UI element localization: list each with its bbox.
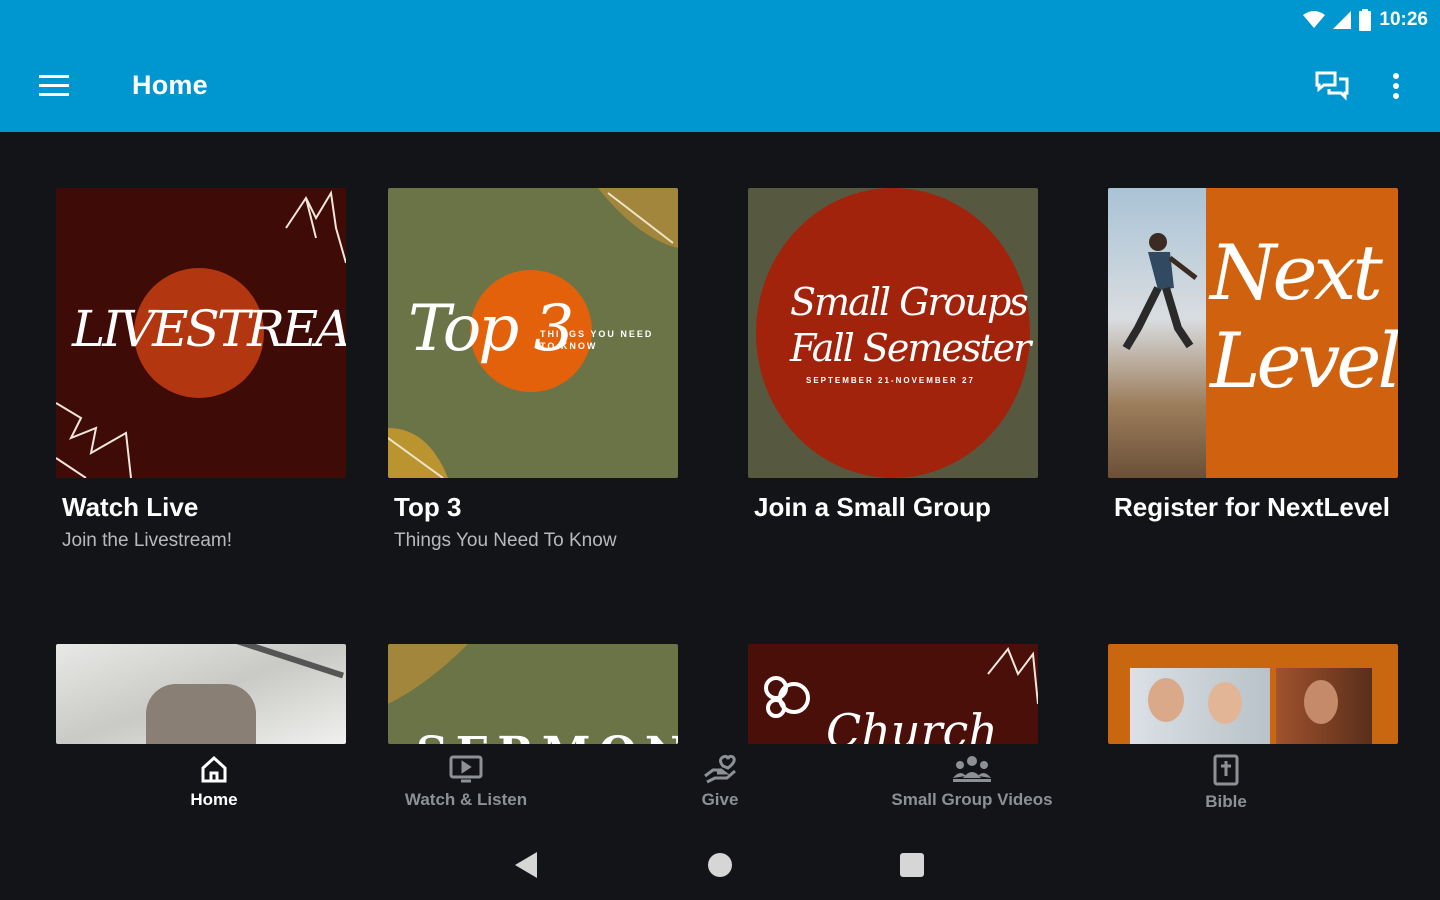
nav-small-group-videos[interactable]: Small Group Videos — [872, 754, 1072, 810]
thumb-title-line-1: Next — [1210, 228, 1383, 317]
leaf-icon — [598, 188, 678, 248]
nav-bible-label: Bible — [1205, 792, 1247, 811]
card-title: Top 3 — [394, 492, 462, 522]
thumb-small-text: THINGS YOU NEED TO KNOW — [540, 329, 654, 351]
chat-button[interactable] — [1308, 62, 1356, 110]
card-title: Join a Small Group — [754, 492, 991, 522]
card-subtitle: Things You Need To Know — [394, 530, 617, 551]
home-circle-icon — [708, 853, 732, 877]
thumb-title-line-1: Small Groups — [790, 280, 1029, 324]
nav-bible[interactable]: Bible — [1126, 754, 1326, 812]
content-feed: LIVESTREAM Watch Live Join the Livestrea… — [0, 132, 1440, 744]
tv-icon — [449, 755, 483, 783]
bottom-navigation: Home Watch & Listen Give Small Group Vid… — [0, 744, 1440, 828]
nav-home-label: Home — [190, 790, 238, 809]
nav-give-label: Give — [701, 790, 739, 809]
card-row2-2[interactable]: SERMON — [388, 644, 678, 744]
next-level-thumbnail: Next Level — [1108, 188, 1398, 478]
more-options-button[interactable] — [1372, 62, 1420, 110]
home-icon — [201, 755, 227, 783]
card-row2-4[interactable] — [1108, 644, 1398, 744]
thumb-title: LIVESTREAM — [72, 300, 346, 358]
more-vertical-icon — [1393, 73, 1399, 99]
menu-button[interactable] — [30, 62, 78, 110]
wifi-icon — [1303, 11, 1326, 28]
hamburger-menu-icon — [39, 75, 69, 96]
nav-watch-listen[interactable]: Watch & Listen — [366, 754, 566, 810]
recents-square-icon — [900, 853, 924, 877]
sermon-thumbnail: SERMON — [388, 644, 678, 744]
hiker-silhouette — [1122, 233, 1198, 351]
top3-thumbnail: Top 3 THINGS YOU NEED TO KNOW — [388, 188, 678, 478]
thumb-small-text: SEPTEMBER 21-NOVEMBER 27 — [806, 376, 975, 385]
give-hand-heart-icon — [704, 754, 736, 784]
nav-give[interactable]: Give — [620, 754, 820, 810]
thumb-title-line-2: Fall Semester — [790, 326, 1031, 370]
card-top-3[interactable]: Top 3 THINGS YOU NEED TO KNOW Top 3 Thin… — [388, 188, 678, 551]
rings-logo-icon — [764, 676, 810, 718]
back-triangle-icon — [515, 852, 537, 878]
battery-icon — [1359, 9, 1372, 31]
livestream-thumbnail: LIVESTREAM — [56, 188, 346, 478]
system-back-button[interactable] — [510, 848, 544, 882]
system-navigation-bar — [0, 828, 1440, 900]
leaf-icon — [388, 644, 468, 704]
status-bar: 10:26 — [1303, 6, 1428, 34]
small-groups-thumbnail: Small Groups Fall Semester SEPTEMBER 21-… — [748, 188, 1038, 478]
signal-icon — [1333, 11, 1352, 29]
people-photo-thumbnail — [1108, 644, 1398, 744]
writing-photo-thumbnail — [56, 644, 346, 744]
thumb-title-line-2: Level — [1210, 316, 1398, 405]
nav-watch-listen-label: Watch & Listen — [404, 790, 528, 809]
nav-small-group-videos-label: Small Group Videos — [891, 790, 1053, 809]
thumb-title: Church — [826, 704, 998, 744]
page-title: Home — [132, 70, 208, 100]
card-small-groups[interactable]: Small Groups Fall Semester SEPTEMBER 21-… — [748, 188, 1038, 522]
status-time: 10:26 — [1379, 9, 1428, 30]
thumb-title: SERMON — [416, 728, 678, 744]
card-title: Watch Live — [62, 492, 199, 522]
chat-bubbles-icon — [1315, 71, 1349, 101]
bible-icon — [1213, 754, 1239, 786]
church-thumbnail: Church — [748, 644, 1038, 744]
system-home-button[interactable] — [703, 848, 737, 882]
card-watch-live[interactable]: LIVESTREAM Watch Live Join the Livestrea… — [56, 188, 346, 551]
group-icon — [953, 756, 991, 782]
card-next-level[interactable]: Next Level Register for NextLevel — [1108, 188, 1398, 522]
leaf-icon — [388, 428, 448, 478]
leaf-outline-icon — [285, 190, 346, 264]
card-row2-3[interactable]: Church — [748, 644, 1038, 744]
app-bar: 10:26 Home — [0, 0, 1440, 132]
card-subtitle: Join the Livestream! — [62, 530, 233, 551]
leaf-outline-icon — [56, 402, 132, 478]
system-recents-button[interactable] — [895, 848, 929, 882]
card-title: Register for NextLevel — [1114, 492, 1390, 522]
card-row2-1[interactable] — [56, 644, 346, 744]
nav-home[interactable]: Home — [114, 754, 314, 810]
